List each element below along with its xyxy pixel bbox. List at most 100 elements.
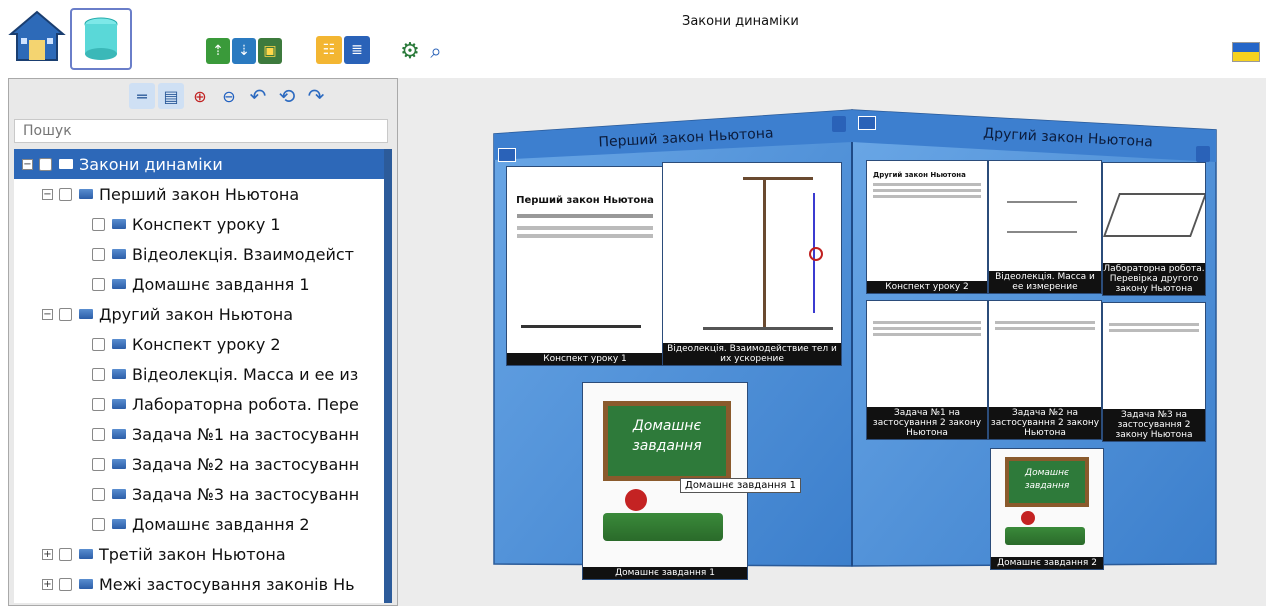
slide-title: Перший закон Ньютона <box>516 195 654 206</box>
structure-icon[interactable]: ☷ <box>316 36 342 64</box>
folder-export-icon[interactable]: ▣ <box>258 38 282 64</box>
tree-item[interactable]: Задача №1 на застосуванн <box>92 419 359 449</box>
ukraine-flag-icon[interactable] <box>1232 42 1260 62</box>
thumb-task-1[interactable]: Задача №1 на застосування 2 закону Ньюто… <box>866 300 988 440</box>
collapse-toggle-icon[interactable]: − <box>42 188 53 200</box>
tree-checkbox[interactable] <box>92 217 105 231</box>
tree-item-label: Конспект уроку 2 <box>132 334 281 354</box>
folder-icon <box>79 309 93 319</box>
back-icon[interactable]: ↶ <box>245 83 271 109</box>
tree-item[interactable]: Відеолекція. Масса и ее из <box>92 359 358 389</box>
thumb-caption: Конспект уроку 2 <box>867 281 987 293</box>
thumb-caption: Задача №2 на застосування 2 закону Ньюто… <box>989 407 1101 439</box>
house-icon[interactable] <box>6 4 68 68</box>
thumb-caption: Відеолекція. Взаимодействие тел и их уск… <box>663 343 841 365</box>
right-face-icon <box>858 116 876 130</box>
folder-icon <box>79 189 93 199</box>
search-input[interactable] <box>14 119 388 143</box>
settings-icon[interactable]: ⚙ <box>398 38 422 64</box>
folder-icon <box>112 459 126 469</box>
thumb-konspekt-2[interactable]: Другий закон Ньютона Конспект уроку 2 <box>866 160 988 294</box>
tree-item[interactable]: − Закони динаміки <box>14 149 384 179</box>
expand-toggle-icon[interactable]: + <box>42 548 53 560</box>
folder-icon <box>112 399 126 409</box>
tree-checkbox[interactable] <box>92 517 105 531</box>
tree-checkbox[interactable] <box>92 247 105 261</box>
tree-item[interactable]: Конспект уроку 1 <box>92 209 281 239</box>
slide-title: Другий закон Ньютона <box>873 171 966 179</box>
books-icon <box>1005 527 1085 545</box>
tree-item[interactable]: Відеолекція. Взаимодейст <box>92 239 354 269</box>
right-face-home-icon[interactable] <box>1196 146 1210 162</box>
collapse-icon[interactable]: ═ <box>129 83 155 109</box>
tree-checkbox[interactable] <box>59 547 72 561</box>
tree-checkbox[interactable] <box>92 487 105 501</box>
folder-icon <box>112 489 126 499</box>
left-face-home-icon[interactable] <box>832 116 846 132</box>
thumb-caption: Лабораторна робота. Перевірка другого за… <box>1103 263 1205 295</box>
tree-checkbox[interactable] <box>59 577 72 591</box>
tree-item-label: Відеолекція. Масса и ее из <box>132 364 359 384</box>
folder-icon <box>112 339 126 349</box>
thumb-caption: Домашнє завдання 1 <box>583 567 747 579</box>
folder-icon <box>112 249 126 259</box>
tree-item[interactable]: Задача №3 на застосуванн <box>92 479 359 509</box>
tree-checkbox[interactable] <box>92 427 105 441</box>
collapse-toggle-icon[interactable]: − <box>42 308 53 320</box>
tree-checkbox[interactable] <box>92 337 105 351</box>
tree-checkbox[interactable] <box>39 157 52 171</box>
zoom-out-icon[interactable]: ⊖ <box>216 83 242 109</box>
hover-tooltip: Домашнє завдання 1 <box>680 478 801 493</box>
zoom-in-icon[interactable]: ⊕ <box>187 83 213 109</box>
tree-checkbox[interactable] <box>59 187 72 201</box>
tree-item[interactable]: Конспект уроку 2 <box>92 329 281 359</box>
thumb-lab-work[interactable]: Лабораторна робота. Перевірка другого за… <box>1102 162 1206 296</box>
tree-checkbox[interactable] <box>92 457 105 471</box>
list-icon[interactable]: ≣ <box>344 36 370 64</box>
search-icon[interactable]: ⌕ <box>424 38 448 64</box>
tree-item[interactable]: − Другий закон Ньютона <box>42 299 293 329</box>
tree-item-label: Третій закон Ньютона <box>99 544 286 564</box>
download-icon[interactable]: ⇣ <box>232 38 256 64</box>
tree-view: − Закони динаміки − Перший закон Ньютона Кон… <box>14 149 384 603</box>
collapse-toggle-icon[interactable]: − <box>22 158 33 170</box>
thumb-videolecture-1[interactable]: Відеолекція. Взаимодействие тел и их уск… <box>662 162 842 366</box>
tree-checkbox[interactable] <box>92 277 105 291</box>
forward-icon[interactable]: ↷ <box>303 83 329 109</box>
tree-item-label: Домашнє завдання 1 <box>132 274 310 294</box>
database-icon[interactable] <box>70 8 132 70</box>
folder-icon <box>112 369 126 379</box>
tree-item[interactable]: Домашнє завдання 2 <box>92 509 310 539</box>
refresh-icon[interactable]: ⟲ <box>274 83 300 109</box>
thumb-konspekt-1[interactable]: Перший закон Ньютона Конспект уроку 1 <box>506 166 664 366</box>
tree-item-label: Задача №1 на застосуванн <box>132 424 360 444</box>
folder-icon <box>112 429 126 439</box>
tree-item[interactable]: + Межі застосування законів Нь <box>42 569 355 599</box>
tree-checkbox[interactable] <box>92 397 105 411</box>
tree-item[interactable]: Задача №2 на застосуванн <box>92 449 359 479</box>
expand-toggle-icon[interactable]: + <box>42 578 53 590</box>
upload-icon[interactable]: ⇡ <box>206 38 230 64</box>
thumb-task-2[interactable]: Задача №2 на застосування 2 закону Ньюто… <box>988 300 1102 440</box>
folder-icon <box>79 579 93 589</box>
thumb-caption: Задача №1 на застосування 2 закону Ньюто… <box>867 407 987 439</box>
tree-item-label: Домашнє завдання 2 <box>132 514 310 534</box>
tree-checkbox[interactable] <box>59 307 72 321</box>
tree-item[interactable]: + Третій закон Ньютона <box>42 539 286 569</box>
tree-item-label: Конспект уроку 1 <box>132 214 281 234</box>
tree-scrollbar[interactable] <box>384 149 392 603</box>
tree-checkbox[interactable] <box>92 367 105 381</box>
thumb-task-3[interactable]: Задача №3 на застосування 2 закону Ньюто… <box>1102 302 1206 442</box>
folder-icon <box>59 159 73 169</box>
tree-item-label: Закони динаміки <box>79 154 223 174</box>
tree-item[interactable]: Лабораторна робота. Пере <box>92 389 359 419</box>
thumb-homework-2[interactable]: Домашнє завдання Домашнє завдання 2 <box>990 448 1104 570</box>
apple-icon <box>625 489 647 511</box>
chalkboard-text: Домашнє завдання <box>1024 468 1070 491</box>
tree-item[interactable]: Домашнє завдання 1 <box>92 269 310 299</box>
chalkboard: Домашнє завдання <box>603 401 731 481</box>
thumb-videolecture-2[interactable]: Відеолекція. Масса и ее измерение <box>988 160 1102 294</box>
expand-icon[interactable]: ▤ <box>158 83 184 109</box>
tree-item[interactable]: − Перший закон Ньютона <box>42 179 299 209</box>
chalkboard-text: Домашнє завдання <box>632 418 702 454</box>
